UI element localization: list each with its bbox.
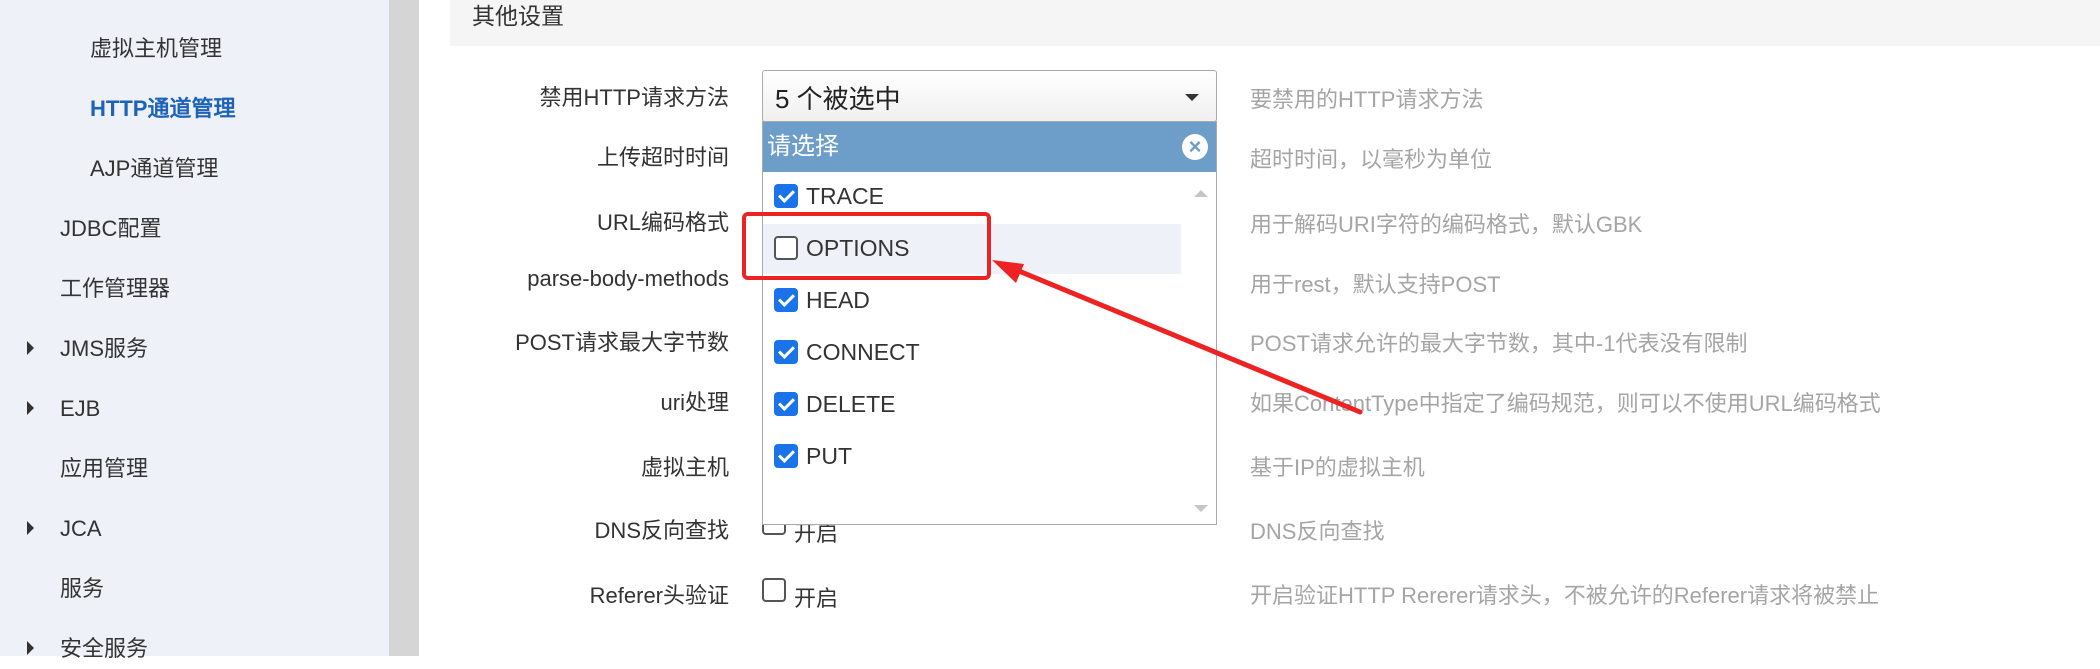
annotation-arrow-icon <box>992 260 1363 415</box>
